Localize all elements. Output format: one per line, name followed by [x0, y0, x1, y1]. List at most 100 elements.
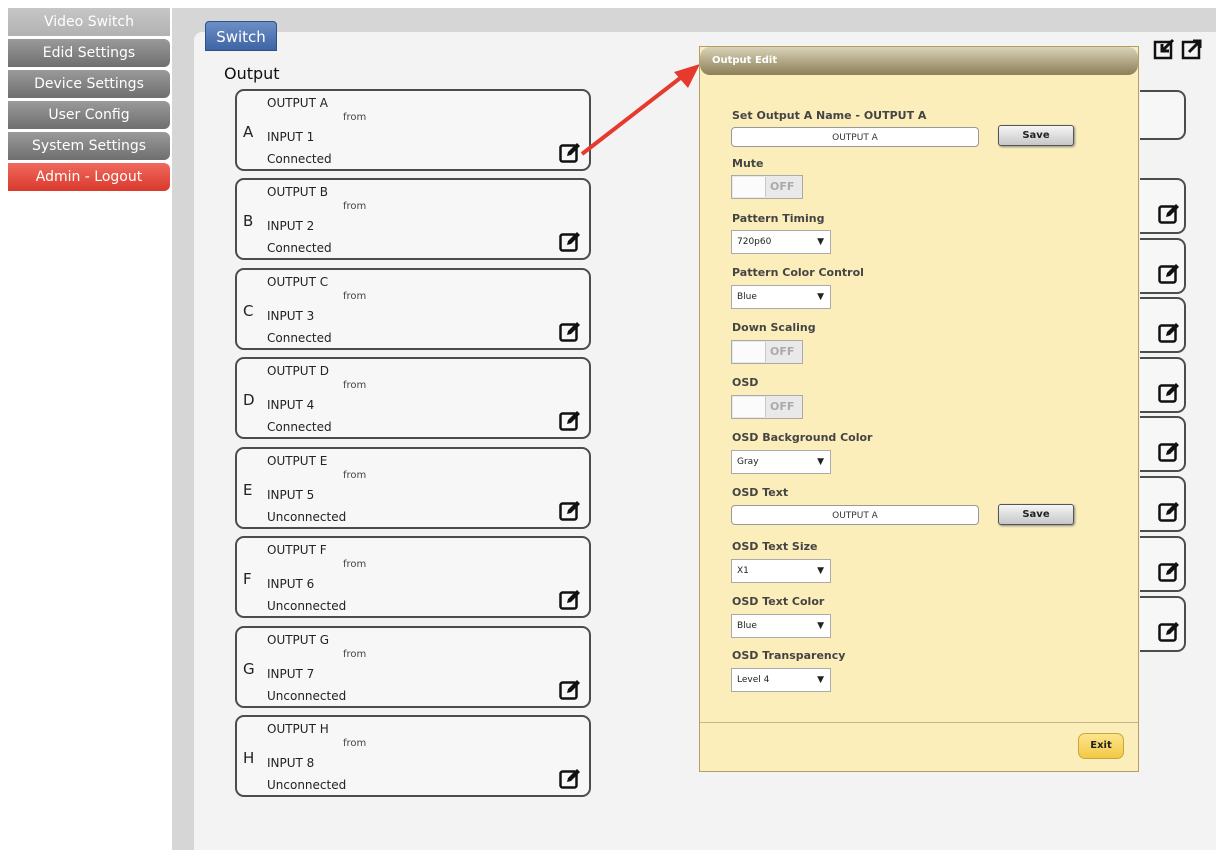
output-card-right-partial [1140, 536, 1186, 592]
input-source: INPUT 8 [267, 756, 315, 770]
import-icon[interactable] [1153, 38, 1175, 60]
section-title: Output [224, 64, 280, 83]
save-osd-text-button[interactable]: Save [998, 504, 1074, 525]
edit-icon[interactable] [559, 231, 581, 253]
osd-text-size-select[interactable]: X1 ▼ [731, 559, 831, 583]
output-letter: B [243, 212, 254, 230]
downscaling-toggle[interactable]: OFF [731, 340, 803, 364]
chevron-down-icon: ▼ [817, 675, 824, 685]
output-letter: A [243, 123, 254, 141]
output-letter: E [243, 481, 253, 499]
edit-icon[interactable] [559, 768, 581, 790]
osd-bg-color-select[interactable]: Gray ▼ [731, 450, 831, 474]
annotation-arrow [580, 64, 700, 156]
connection-status: Unconnected [267, 599, 347, 613]
pattern-timing-select[interactable]: 720p60 ▼ [731, 230, 831, 254]
osd-transparency-label: OSD Transparency [732, 649, 846, 662]
edit-icon[interactable] [1158, 322, 1180, 344]
sidebar-item-device-settings[interactable]: Device Settings [8, 70, 170, 98]
from-label: from [343, 649, 367, 660]
output-name: OUTPUT C [267, 275, 329, 289]
chevron-down-icon: ▼ [817, 621, 824, 631]
output-edit-dialog: Output Edit Set Output A Name - OUTPUT A… [699, 46, 1139, 772]
input-source: INPUT 4 [267, 398, 315, 412]
osd-label: OSD [732, 376, 759, 389]
from-label: from [343, 738, 367, 749]
select-value: X1 [737, 566, 749, 576]
input-source: INPUT 3 [267, 309, 315, 323]
sidebar-item-video-switch[interactable]: Video Switch [8, 8, 170, 36]
toggle-knob [733, 342, 766, 362]
chevron-down-icon: ▼ [817, 457, 824, 467]
select-value: 720p60 [737, 237, 772, 247]
chevron-down-icon: ▼ [817, 237, 824, 247]
edit-icon[interactable] [1158, 561, 1180, 583]
edit-icon[interactable] [559, 410, 581, 432]
input-source: INPUT 7 [267, 667, 315, 681]
output-letter: D [243, 391, 255, 409]
edit-icon[interactable] [1158, 621, 1180, 643]
output-card: D OUTPUT D from INPUT 4 Connected [235, 357, 591, 439]
select-value: Level 4 [737, 675, 770, 685]
output-card: A OUTPUT A from INPUT 1 Connected [235, 89, 591, 171]
connection-status: Connected [267, 420, 332, 434]
select-value: Blue [737, 621, 757, 631]
input-source: INPUT 1 [267, 130, 315, 144]
from-label: from [343, 559, 367, 570]
tab-switch[interactable]: Switch [205, 21, 277, 51]
sidebar-item-system-settings[interactable]: System Settings [8, 132, 170, 160]
toggle-state: OFF [770, 400, 795, 413]
output-letter: G [243, 660, 255, 678]
output-card-right-partial [1140, 357, 1186, 413]
output-card-right-partial [1140, 178, 1186, 234]
edit-icon[interactable] [1158, 441, 1180, 463]
osd-text-size-label: OSD Text Size [732, 540, 818, 553]
edit-icon[interactable] [1158, 263, 1180, 285]
sidebar-item-edid-settings[interactable]: Edid Settings [8, 39, 170, 67]
osd-bg-color-label: OSD Background Color [732, 431, 873, 444]
edit-icon[interactable] [1158, 501, 1180, 523]
output-name: OUTPUT E [267, 454, 328, 468]
sidebar-item-admin-logout[interactable]: Admin - Logout [8, 163, 170, 191]
from-label: from [343, 380, 367, 391]
from-label: from [343, 201, 367, 212]
output-card: H OUTPUT H from INPUT 8 Unconnected [235, 715, 591, 797]
output-name: OUTPUT G [267, 633, 330, 647]
output-card-right-partial [1140, 297, 1186, 353]
toggle-state: OFF [770, 345, 795, 358]
output-letter: C [243, 302, 254, 320]
osd-text-color-select[interactable]: Blue ▼ [731, 614, 831, 638]
osd-text-label: OSD Text [732, 486, 789, 499]
pattern-timing-label: Pattern Timing [732, 212, 825, 225]
osd-transparency-select[interactable]: Level 4 ▼ [731, 668, 831, 692]
edit-icon[interactable] [1158, 382, 1180, 404]
osd-toggle[interactable]: OFF [731, 395, 803, 419]
pattern-color-select[interactable]: Blue ▼ [731, 285, 831, 309]
dialog-title: Output Edit [700, 47, 1138, 75]
output-card-right-partial [1140, 90, 1186, 140]
output-name-input[interactable]: OUTPUT A [731, 127, 979, 147]
export-icon[interactable] [1181, 38, 1203, 60]
select-value: Blue [737, 292, 757, 302]
exit-button[interactable]: Exit [1078, 733, 1124, 759]
edit-icon[interactable] [1158, 203, 1180, 225]
output-card: E OUTPUT E from INPUT 5 Unconnected [235, 447, 591, 529]
edit-icon[interactable] [559, 321, 581, 343]
edit-icon[interactable] [559, 500, 581, 522]
connection-status: Connected [267, 331, 332, 345]
osd-text-input[interactable]: OUTPUT A [731, 505, 979, 525]
sidebar-item-user-config[interactable]: User Config [8, 101, 170, 129]
mute-toggle[interactable]: OFF [731, 175, 803, 199]
edit-icon[interactable] [559, 589, 581, 611]
select-value: Gray [737, 457, 759, 467]
toggle-knob [733, 177, 766, 197]
connection-status: Unconnected [267, 510, 347, 524]
connection-status: Connected [267, 152, 332, 166]
connection-status: Connected [267, 241, 332, 255]
output-card-right-partial [1140, 476, 1186, 532]
input-source: INPUT 5 [267, 488, 315, 502]
output-card: B OUTPUT B from INPUT 2 Connected [235, 178, 591, 260]
save-name-button[interactable]: Save [998, 125, 1074, 146]
output-letter: F [243, 570, 252, 588]
edit-icon[interactable] [559, 679, 581, 701]
